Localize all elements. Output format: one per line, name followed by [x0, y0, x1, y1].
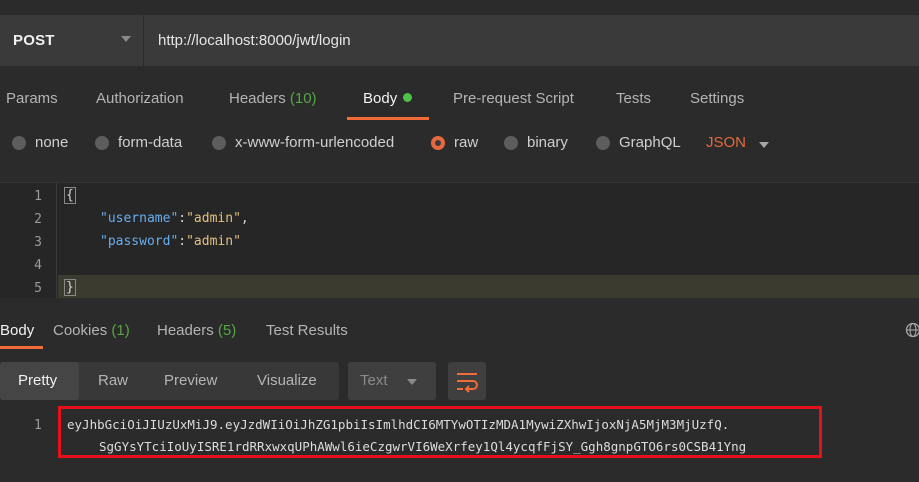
radio-icon: [95, 135, 109, 150]
body-type-selector: none form-data x-www-form-urlencoded raw…: [0, 130, 919, 160]
globe-icon[interactable]: [905, 322, 919, 338]
response-tabs: Body Cookies (1) Headers (5) Test Result…: [0, 309, 919, 351]
line-number: 2: [34, 212, 42, 227]
view-pretty-button[interactable]: Pretty: [18, 372, 57, 389]
radio-none[interactable]: none: [12, 134, 68, 151]
json-key-password: "password": [100, 234, 179, 249]
radio-graphql-label: GraphQL: [619, 134, 681, 151]
tab-settings[interactable]: Settings: [690, 90, 744, 107]
tab-body[interactable]: Body: [363, 90, 413, 107]
jwt-token-line-1: eyJhbGciOiJIUzUxMiJ9.eyJzdWIiOiJhZG1pbiI…: [67, 417, 730, 432]
tab-tests[interactable]: Tests: [616, 90, 651, 107]
tab-cookies-label: Cookies: [53, 322, 108, 339]
radio-binary[interactable]: binary: [504, 134, 568, 151]
radio-urlencoded[interactable]: x-www-form-urlencoded: [212, 134, 394, 151]
response-format-select[interactable]: Text: [348, 362, 436, 400]
tab-response-body[interactable]: Body: [0, 322, 34, 339]
response-headers-count-badge: (5): [217, 322, 237, 339]
radio-icon: [12, 135, 26, 150]
view-visualize-button[interactable]: Visualize: [257, 372, 317, 389]
line-number: 1: [34, 189, 42, 204]
body-modified-dot-icon: [403, 93, 413, 102]
raw-format-select[interactable]: JSON: [706, 134, 746, 151]
radio-form-data-label: form-data: [118, 134, 183, 151]
radio-graphql[interactable]: GraphQL: [596, 134, 681, 151]
chevron-down-icon: [121, 36, 131, 42]
wrap-lines-button[interactable]: [448, 362, 486, 400]
tab-headers[interactable]: Headers (10): [229, 90, 317, 107]
code-line: }: [64, 279, 76, 296]
tab-params[interactable]: Params: [6, 90, 58, 107]
active-response-tab-indicator: [0, 346, 43, 349]
radio-raw[interactable]: raw: [431, 134, 478, 151]
request-body-editor[interactable]: 1 2 3 4 5 { "username":"admin", "passwor…: [0, 182, 919, 299]
radio-raw-label: raw: [454, 134, 479, 151]
response-body[interactable]: 1 eyJhbGciOiJIUzUxMiJ9.eyJzdWIiOiJhZG1pb…: [0, 406, 919, 482]
wrap-lines-icon: [457, 373, 478, 393]
view-mode-group: Pretty Raw Preview Visualize: [0, 362, 339, 400]
request-tabs: Params Authorization Headers (10) Body P…: [0, 78, 919, 120]
line-number-gutter: 1 2 3 4 5: [0, 183, 57, 299]
code-line: {: [64, 187, 76, 204]
radio-selected-icon: [431, 135, 445, 150]
tab-cookies[interactable]: Cookies (1): [53, 322, 130, 339]
tab-response-headers-label: Headers: [157, 322, 214, 339]
cookies-count-badge: (1): [111, 322, 130, 339]
open-brace: {: [64, 187, 76, 204]
response-line-number: 1: [34, 418, 42, 433]
jwt-token-line-2: SgGYsYTciIoUyISRE1rdRRxwxqUPhAWwl6ieCzgw…: [99, 439, 747, 454]
request-url-bar: POST http://localhost:8000/jwt/login: [0, 15, 919, 66]
json-value-password: "admin": [186, 234, 241, 249]
tab-response-headers[interactable]: Headers (5): [157, 322, 236, 339]
tab-headers-label: Headers: [229, 90, 286, 107]
tab-body-label: Body: [363, 90, 398, 107]
close-brace: }: [64, 279, 76, 296]
line-number: 4: [34, 258, 42, 273]
response-toolbar: Pretty Raw Preview Visualize Text: [0, 362, 919, 402]
json-key-username: "username": [100, 211, 179, 226]
current-line-highlight: [58, 275, 919, 298]
method-label: POST: [13, 32, 55, 49]
url-input[interactable]: http://localhost:8000/jwt/login: [144, 15, 919, 66]
chevron-down-icon: [407, 379, 417, 385]
tab-test-results[interactable]: Test Results: [266, 322, 348, 339]
response-format-label: Text: [360, 372, 388, 389]
radio-form-data[interactable]: form-data: [95, 134, 182, 151]
line-number: 5: [34, 281, 42, 296]
radio-none-label: none: [35, 134, 69, 151]
headers-count-badge: (10): [289, 90, 317, 107]
tab-prerequest-script[interactable]: Pre-request Script: [453, 90, 574, 107]
method-select[interactable]: POST: [0, 15, 143, 66]
chevron-down-icon[interactable]: [759, 142, 769, 148]
view-preview-button[interactable]: Preview: [164, 372, 217, 389]
line-number: 3: [34, 235, 42, 250]
radio-binary-label: binary: [527, 134, 568, 151]
code-line: "username":"admin",: [100, 211, 249, 226]
radio-icon: [212, 135, 226, 150]
radio-urlencoded-label: x-www-form-urlencoded: [235, 134, 395, 151]
active-tab-indicator: [347, 117, 429, 120]
radio-icon: [504, 135, 518, 150]
code-line: "password":"admin": [100, 234, 241, 249]
tab-authorization[interactable]: Authorization: [96, 90, 184, 107]
json-value-username: "admin": [186, 211, 241, 226]
view-raw-button[interactable]: Raw: [98, 372, 128, 389]
radio-icon: [596, 135, 610, 150]
